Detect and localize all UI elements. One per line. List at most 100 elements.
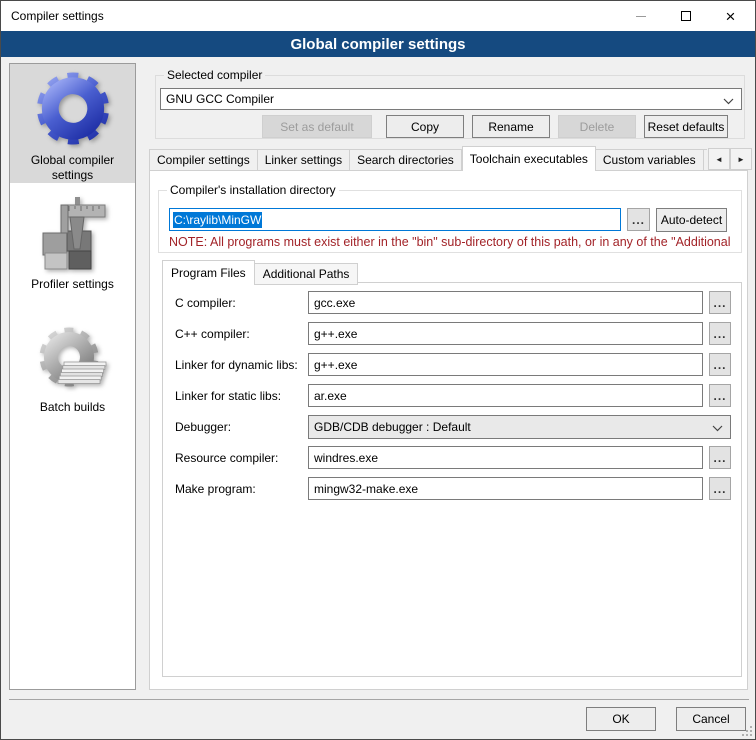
chevron-down-icon [723, 98, 734, 105]
button-label: Reset defaults [648, 120, 725, 134]
ellipsis-icon: ... [713, 296, 726, 310]
group-label: Selected compiler [164, 68, 265, 82]
dynamic-linker-input[interactable] [308, 353, 703, 376]
tab-label: Program Files [171, 266, 246, 280]
subtab-additional-paths[interactable]: Additional Paths [255, 263, 359, 285]
maximize-icon [681, 11, 691, 21]
static-linker-input[interactable] [308, 384, 703, 407]
sidebar-item-global-compiler-settings[interactable]: Global compiler settings [10, 64, 135, 183]
compiler-select[interactable]: GNU GCC Compiler [160, 88, 742, 110]
compiler-settings-dialog: Compiler settings × Global compiler sett… [0, 0, 756, 740]
toolchain-executables-page: Compiler's installation directory C:\ray… [149, 170, 748, 690]
close-button[interactable]: × [708, 1, 753, 31]
ellipsis-icon: ... [713, 327, 726, 341]
minimize-button[interactable] [618, 1, 663, 31]
tab-linker-settings[interactable]: Linker settings [258, 149, 350, 171]
debugger-select[interactable]: GDB/CDB debugger : Default [308, 415, 731, 439]
window-title: Compiler settings [11, 9, 104, 23]
button-label: Copy [411, 120, 439, 134]
c-compiler-row: C compiler: ... [163, 291, 741, 315]
make-program-input[interactable] [308, 477, 703, 500]
caption-buttons: × [618, 1, 753, 31]
resource-compiler-browse-button[interactable]: ... [709, 446, 731, 469]
resource-compiler-row: Resource compiler: ... [163, 446, 741, 470]
install-dir-browse-button[interactable]: ... [627, 208, 650, 231]
sidebar-item-label: Profiler settings [27, 277, 118, 292]
field-label: C compiler: [175, 296, 236, 310]
maximize-button[interactable] [663, 1, 708, 31]
cpp-compiler-row: C++ compiler: ... [163, 322, 741, 346]
tab-compiler-settings[interactable]: Compiler settings [149, 149, 258, 171]
button-label: Delete [580, 120, 615, 134]
dynamic-linker-browse-button[interactable]: ... [709, 353, 731, 376]
set-as-default-button[interactable]: Set as default [262, 115, 372, 138]
c-compiler-input[interactable] [308, 291, 703, 314]
tab-scroll-right-button[interactable]: ► [730, 148, 752, 170]
make-program-browse-button[interactable]: ... [709, 477, 731, 500]
rename-button[interactable]: Rename [472, 115, 550, 138]
dynamic-linker-row: Linker for dynamic libs: ... [163, 353, 741, 377]
tab-toolchain-executables[interactable]: Toolchain executables [462, 146, 596, 171]
delete-button[interactable]: Delete [558, 115, 636, 138]
selected-compiler-group: Selected compiler GNU GCC Compiler Set a… [155, 75, 745, 139]
installation-directory-group: Compiler's installation directory C:\ray… [158, 190, 742, 253]
button-label: Set as default [280, 120, 353, 134]
button-label: Cancel [692, 712, 729, 726]
cancel-button[interactable]: Cancel [676, 707, 746, 731]
gear-blue-icon [32, 68, 114, 149]
sidebar-item-profiler-settings[interactable]: Profiler settings [10, 193, 135, 292]
tab-label: Search directories [357, 153, 454, 167]
tab-label: Additional Paths [263, 267, 350, 281]
dialog-banner: Global compiler settings [1, 31, 755, 57]
scroll-right-icon: ► [737, 155, 745, 164]
auto-detect-button[interactable]: Auto-detect [656, 208, 727, 232]
sidebar-item-batch-builds[interactable]: Batch builds [10, 320, 135, 415]
cpp-compiler-input[interactable] [308, 322, 703, 345]
ellipsis-icon: ... [713, 482, 726, 496]
tab-build-options[interactable]: Builc [704, 149, 707, 171]
make-program-row: Make program: ... [163, 477, 741, 501]
field-label: Make program: [175, 482, 256, 496]
cpp-compiler-browse-button[interactable]: ... [709, 322, 731, 345]
settings-tabs: Compiler settings Linker settings Search… [149, 146, 707, 171]
resize-grip[interactable] [741, 725, 753, 737]
settings-category-list: Global compiler settings Profiler settin… [9, 63, 136, 690]
field-label: Debugger: [175, 420, 231, 434]
banner-title: Global compiler settings [290, 36, 465, 53]
tab-label: Custom variables [603, 153, 696, 167]
copy-button[interactable]: Copy [386, 115, 464, 138]
ok-button[interactable]: OK [586, 707, 656, 731]
install-dir-input[interactable]: C:\raylib\MinGW [169, 208, 621, 231]
programs-subtabs: Program Files Additional Paths [162, 260, 358, 285]
group-label: Compiler's installation directory [167, 183, 339, 197]
compiler-actions: Set as default Copy Rename Delete Reset … [262, 115, 728, 138]
resource-compiler-input[interactable] [308, 446, 703, 469]
tab-custom-variables[interactable]: Custom variables [596, 149, 704, 171]
ellipsis-icon: ... [713, 358, 726, 372]
gear-gray-stack-icon [36, 324, 110, 396]
compiler-select-value: GNU GCC Compiler [166, 92, 274, 106]
install-dir-selected-text: C:\raylib\MinGW [173, 212, 262, 228]
field-label: Linker for static libs: [175, 389, 281, 403]
debugger-row: Debugger: GDB/CDB debugger : Default [163, 415, 741, 439]
button-label: Rename [488, 120, 533, 134]
field-label: Linker for dynamic libs: [175, 358, 298, 372]
subtab-program-files[interactable]: Program Files [162, 260, 255, 285]
debugger-select-value: GDB/CDB debugger : Default [314, 420, 471, 434]
c-compiler-browse-button[interactable]: ... [709, 291, 731, 314]
field-label: Resource compiler: [175, 451, 278, 465]
static-linker-row: Linker for static libs: ... [163, 384, 741, 408]
caliper-icon [37, 197, 109, 273]
ellipsis-icon: ... [713, 389, 726, 403]
reset-defaults-button[interactable]: Reset defaults [644, 115, 728, 138]
minimize-icon [636, 16, 646, 17]
sidebar-item-label: Batch builds [36, 400, 109, 415]
close-icon: × [726, 8, 736, 25]
field-label: C++ compiler: [175, 327, 250, 341]
tab-search-directories[interactable]: Search directories [350, 149, 462, 171]
title-bar[interactable]: Compiler settings × [1, 1, 755, 31]
tab-scroll-left-button[interactable]: ◄ [708, 148, 730, 170]
sidebar-item-label: Global compiler settings [10, 153, 135, 183]
ellipsis-icon: ... [713, 451, 726, 465]
static-linker-browse-button[interactable]: ... [709, 384, 731, 407]
